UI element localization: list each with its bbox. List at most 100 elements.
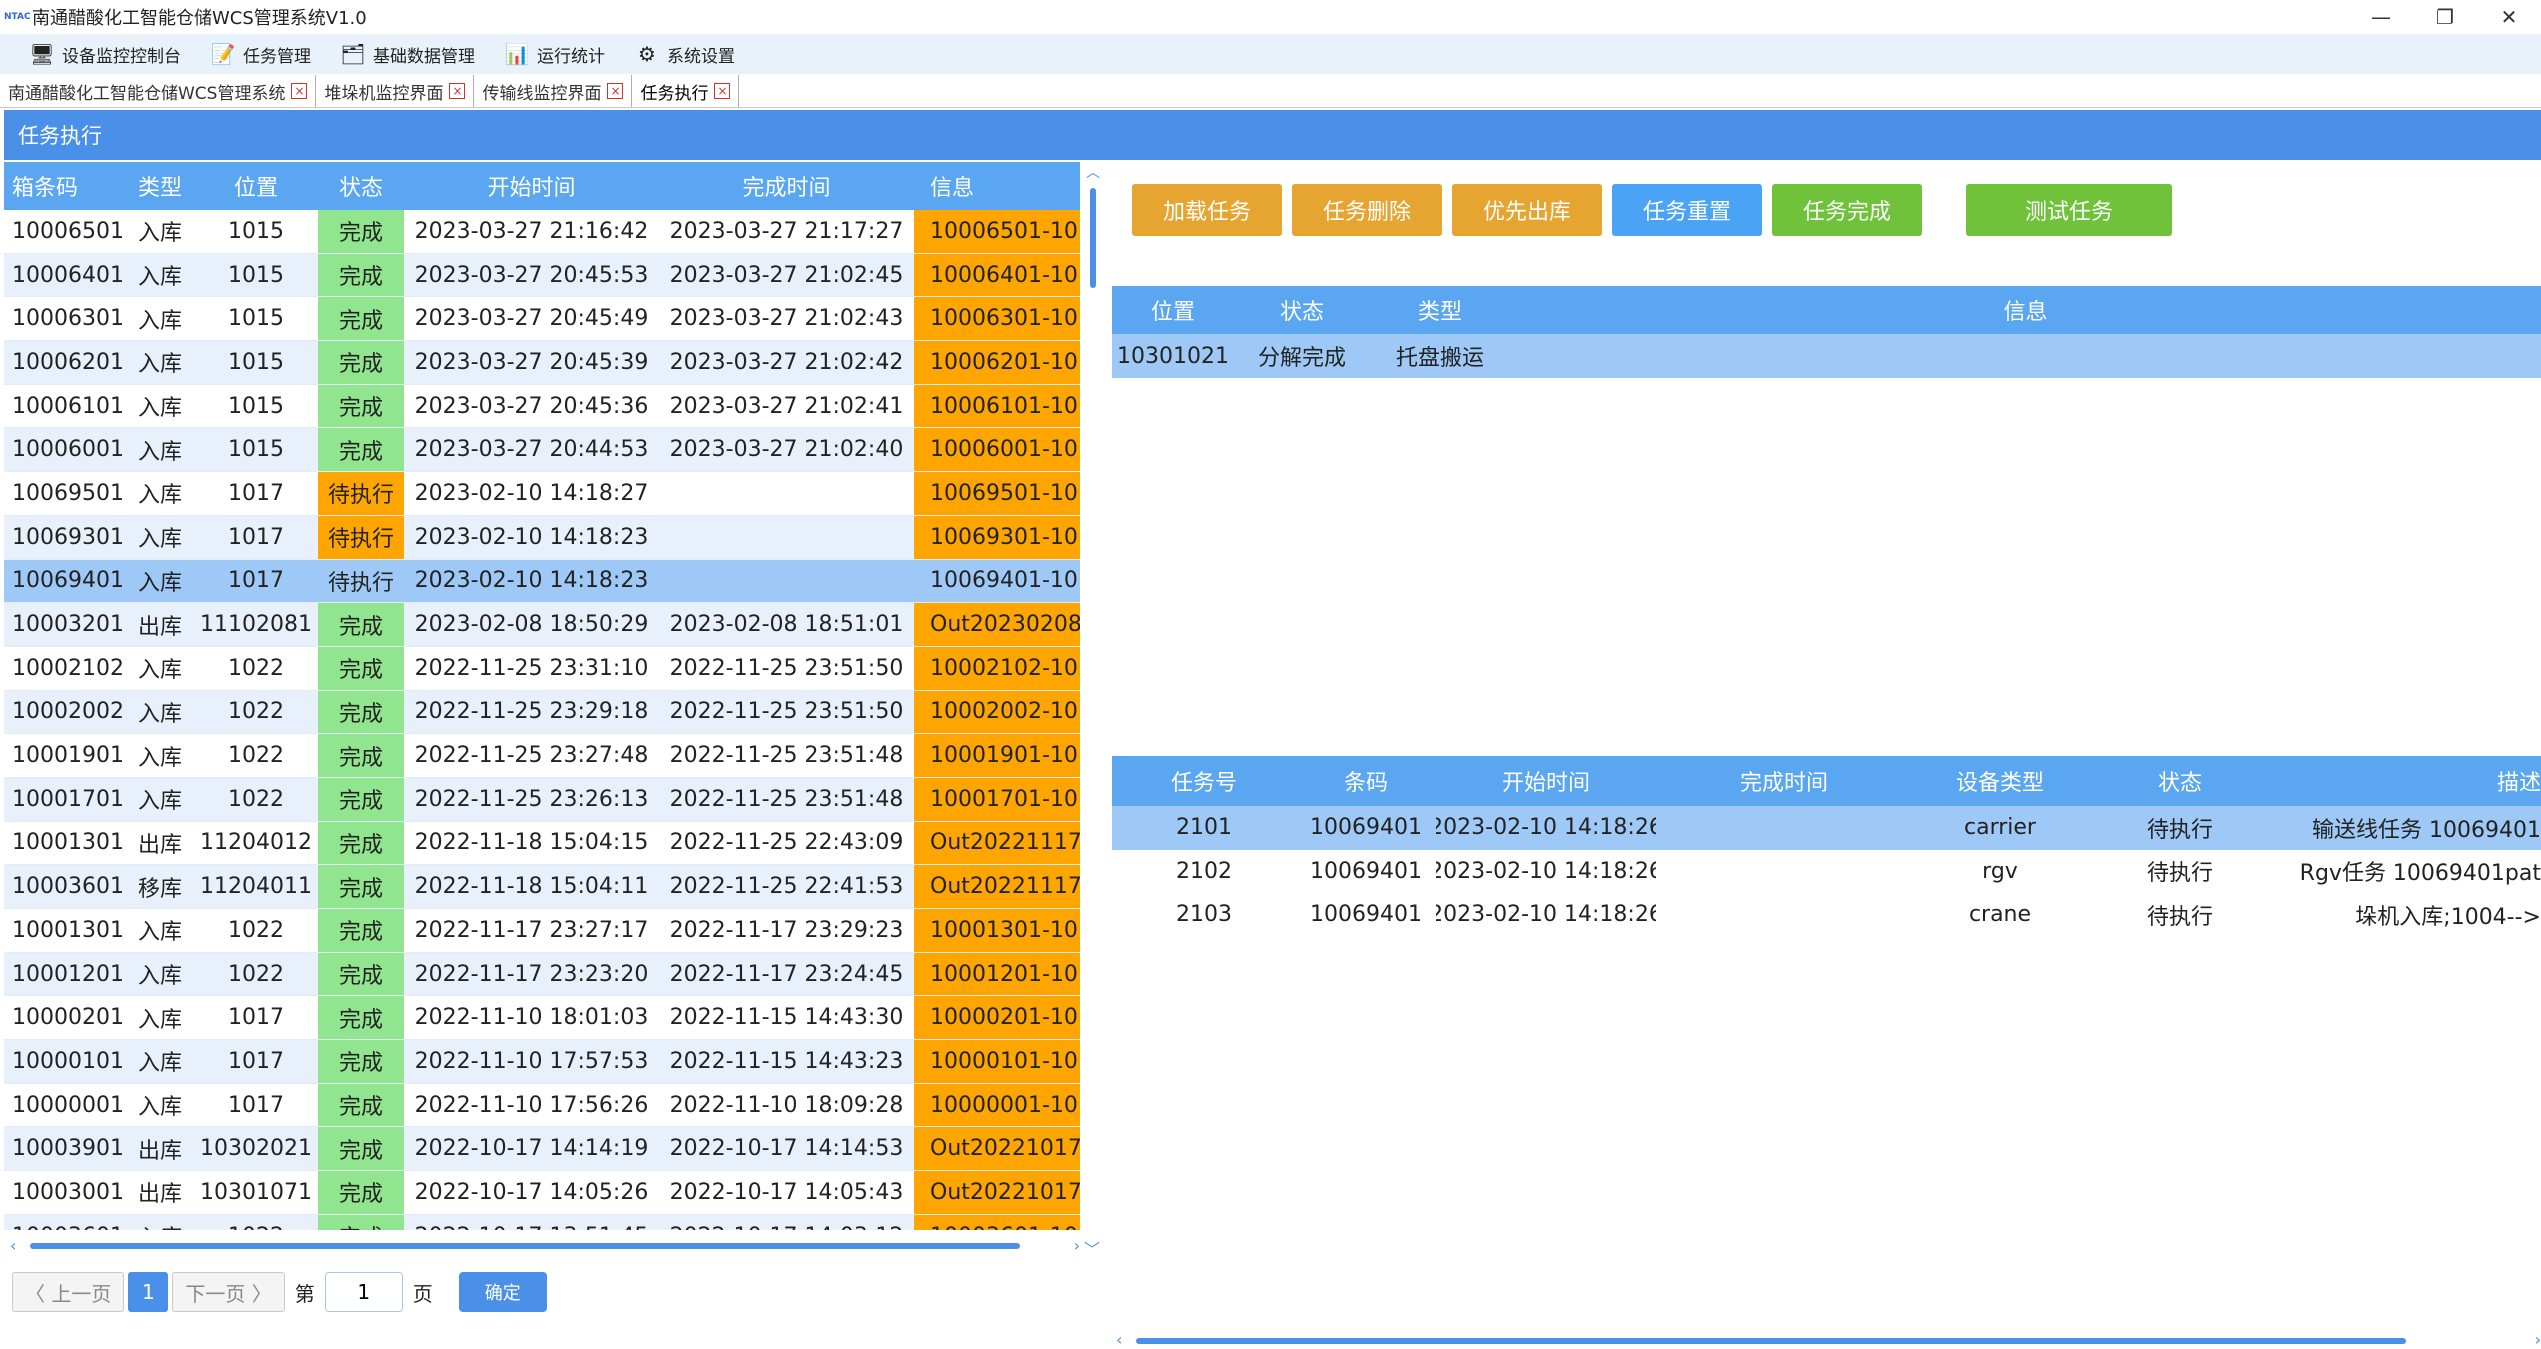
cell-code: 10000201	[12, 1005, 124, 1031]
minimize-button[interactable]: —	[2349, 0, 2413, 34]
column-header-device-type[interactable]: 设备类型	[1912, 756, 2088, 806]
cell-code: 10001301	[12, 830, 124, 856]
table-row[interactable]: 2102 10069401 2023-02-10 14:18:26 rgv 待执行 Rgv…	[1112, 850, 2541, 894]
cell-start-time: 2023-02-10 14:18:27	[414, 480, 649, 506]
table-row[interactable]: 10069501 入库 1017 待执行 2023-02-10 14:18:27 1006…	[4, 472, 1080, 516]
menu-item-bar-chart[interactable]: 📊 运行统计	[503, 41, 605, 67]
scrollbar-thumb[interactable]	[30, 1243, 1020, 1249]
current-page-button[interactable]: 1	[128, 1272, 169, 1312]
column-header-type[interactable]: 类型	[1370, 286, 1510, 334]
doc-tab-0[interactable]: 南通醋酸化工智能仓储WCS管理系统 ×	[0, 75, 317, 107]
doc-tab-2[interactable]: 传输线监控界面 ×	[474, 75, 633, 107]
scroll-left-icon[interactable]: ‹	[1116, 1330, 1122, 1349]
table-row[interactable]: 10001301 出库 11204012 完成 2022-11-18 15:04:15 2…	[4, 821, 1080, 866]
scroll-right-icon[interactable]: ›	[2535, 1330, 2541, 1349]
column-header-position[interactable]: 位置	[194, 162, 318, 210]
column-header-start-time[interactable]: 开始时间	[1436, 756, 1656, 806]
table-row[interactable]: 10003001 出库 10301071 完成 2022-10-17 14:05:26 2…	[4, 1171, 1080, 1215]
table-row[interactable]: 10001301 入库 1022 完成 2022-11-17 23:27:17 2022-…	[4, 909, 1080, 953]
table-row[interactable]: 2101 10069401 2023-02-10 14:18:26 carrier 待执…	[1112, 806, 2541, 850]
close-icon[interactable]: ×	[291, 83, 308, 99]
table-row[interactable]: 10000201 入库 1017 完成 2022-11-10 18:01:03 2022-…	[4, 996, 1080, 1041]
delete-task-button[interactable]: 任务删除	[1292, 184, 1442, 236]
scroll-down-icon[interactable]: ﹀	[1084, 1236, 1100, 1260]
menu-item-task[interactable]: 📝 任务管理	[209, 41, 311, 67]
column-header-status[interactable]: 状态	[2088, 756, 2272, 806]
table-row[interactable]: 10000001 入库 1017 完成 2022-11-10 17:56:26 2022-…	[4, 1083, 1080, 1128]
table-row[interactable]: 10006201 入库 1015 完成 2023-03-27 20:45:39 2023-…	[4, 341, 1080, 385]
column-header-info[interactable]: 信息	[1510, 286, 2541, 334]
menu-item-gear[interactable]: ⚙ 系统设置	[633, 41, 735, 67]
table-row[interactable]: 10006101 入库 1015 完成 2023-03-27 20:45:36 2023-…	[4, 384, 1080, 429]
column-header-start-time[interactable]: 开始时间	[404, 162, 659, 210]
close-icon[interactable]: ×	[607, 83, 624, 99]
page-number-input[interactable]	[324, 1272, 403, 1312]
cell-end-time: 2022-11-25 22:41:53	[669, 874, 904, 900]
cell-code: 10006101	[12, 393, 124, 419]
table-row[interactable]: 10006401 入库 1015 完成 2023-03-27 20:45:53 2023-…	[4, 253, 1080, 298]
reset-task-button[interactable]: 任务重置	[1612, 184, 1762, 236]
doc-tab-1[interactable]: 堆垛机监控界面 ×	[316, 75, 475, 107]
complete-task-button[interactable]: 任务完成	[1772, 184, 1922, 236]
scroll-left-icon[interactable]: ‹	[10, 1236, 16, 1255]
close-icon[interactable]: ×	[714, 83, 731, 99]
cell-status: 完成	[318, 1083, 404, 1127]
next-page-button[interactable]: 下一页 〉	[172, 1272, 285, 1312]
table-row[interactable]: 10001701 入库 1022 完成 2022-11-25 23:26:13 2022-…	[4, 777, 1080, 822]
table-row[interactable]: 10000101 入库 1017 完成 2022-11-10 17:57:53 2022-…	[4, 1040, 1080, 1084]
load-task-button[interactable]: 加载任务	[1132, 184, 1282, 236]
column-header-position[interactable]: 位置	[1112, 286, 1234, 334]
priority-outbound-button[interactable]: 优先出库	[1452, 184, 1602, 236]
table-row[interactable]: 10006501 入库 1015 完成 2023-03-27 21:16:42 2023-…	[4, 210, 1080, 254]
table-row[interactable]: 10069301 入库 1017 待执行 2023-02-10 14:18:23 1006…	[4, 515, 1080, 560]
table-row[interactable]: 10003201 出库 11102081 完成 2023-02-08 18:50:29 2…	[4, 603, 1080, 647]
column-header-info[interactable]: 信息	[914, 162, 1080, 210]
cell-start-time: 2023-03-27 20:45:53	[414, 262, 649, 288]
cell-type: 托盘搬运	[1395, 346, 1484, 371]
column-header-status[interactable]: 状态	[1234, 286, 1370, 334]
cell-status: 完成	[318, 734, 404, 777]
table-row[interactable]: 10006001 入库 1015 完成 2023-03-27 20:44:53 2023-…	[4, 428, 1080, 473]
column-header-code[interactable]: 箱条码	[4, 162, 126, 210]
table-row[interactable]: 2103 10069401 2023-02-10 14:18:26 crane 待执行 垛…	[1112, 893, 2541, 937]
menu-item-monitor[interactable]: 🖥 设备监控控制台	[28, 41, 181, 67]
table-row[interactable]: 10301021 分解完成 托盘搬运	[1112, 334, 2541, 378]
close-button[interactable]: ✕	[2477, 0, 2541, 34]
table-row[interactable]: 10003601 移库 11204011 完成 2022-11-18 15:04:11 2…	[4, 865, 1080, 909]
table-row[interactable]: 10001201 入库 1022 完成 2022-11-17 23:23:20 2022-…	[4, 952, 1080, 997]
cell-position: 1017	[228, 1092, 284, 1118]
column-header-status[interactable]: 状态	[318, 162, 404, 210]
table-row[interactable]: 10003901 出库 10302021 完成 2022-10-17 14:14:19 2…	[4, 1127, 1080, 1172]
table-row[interactable]: 10069401 入库 1017 待执行 2023-02-10 14:18:23 1006…	[4, 559, 1080, 604]
database-icon: 🗂	[340, 42, 366, 66]
cell-end-time	[659, 472, 914, 515]
scrollbar-thumb[interactable]	[1136, 1338, 2406, 1344]
doc-tab-3[interactable]: 任务执行 ×	[632, 75, 740, 107]
scroll-up-icon[interactable]: ︿	[1086, 162, 1100, 182]
menu-item-label: 系统设置	[667, 46, 735, 67]
go-to-page-button[interactable]: 确定	[458, 1272, 547, 1312]
column-header-type[interactable]: 类型	[126, 162, 194, 210]
restore-button[interactable]: ❐	[2413, 0, 2477, 34]
close-icon[interactable]: ×	[449, 83, 466, 99]
scroll-right-icon[interactable]: ›	[1074, 1236, 1080, 1255]
menu-item-database[interactable]: 🗂 基础数据管理	[339, 41, 475, 67]
task-list-body: 10006501 入库 1015 完成 2023-03-27 21:16:42 2023-…	[4, 210, 1080, 1230]
column-header-end-time[interactable]: 完成时间	[659, 162, 914, 210]
scrollbar-thumb[interactable]	[1090, 188, 1096, 288]
cell-position: 1022	[228, 699, 284, 725]
column-header-barcode[interactable]: 条码	[1296, 756, 1436, 806]
task-list-horizontal-scrollbar[interactable]: ‹ › ﹀	[10, 1236, 1100, 1259]
column-header-end-time[interactable]: 完成时间	[1656, 756, 1912, 806]
table-row[interactable]: 10002102 入库 1022 完成 2022-11-25 23:31:10 2022-…	[4, 646, 1080, 691]
prev-page-button[interactable]: 〈 上一页	[12, 1272, 125, 1312]
table-row[interactable]: 10001901 入库 1022 完成 2022-11-25 23:27:48 2022-…	[4, 734, 1080, 778]
column-header-description[interactable]: 描述	[2272, 756, 2541, 806]
table-row[interactable]: 10002002 入库 1022 完成 2022-11-25 23:29:18 2022-…	[4, 690, 1080, 735]
column-header-task-no[interactable]: 任务号	[1112, 756, 1296, 806]
task-list-vertical-scrollbar[interactable]: ︿	[1086, 162, 1100, 1242]
table-row[interactable]: 10006301 入库 1015 完成 2023-03-27 20:45:49 2023-…	[4, 297, 1080, 342]
table-row[interactable]: 10003601入库1022完成2022-10-17 13:51:452022-…	[4, 1214, 1080, 1230]
detail-horizontal-scrollbar[interactable]: ‹ ›	[1112, 1330, 2541, 1349]
test-task-button[interactable]: 测试任务	[1966, 184, 2172, 236]
